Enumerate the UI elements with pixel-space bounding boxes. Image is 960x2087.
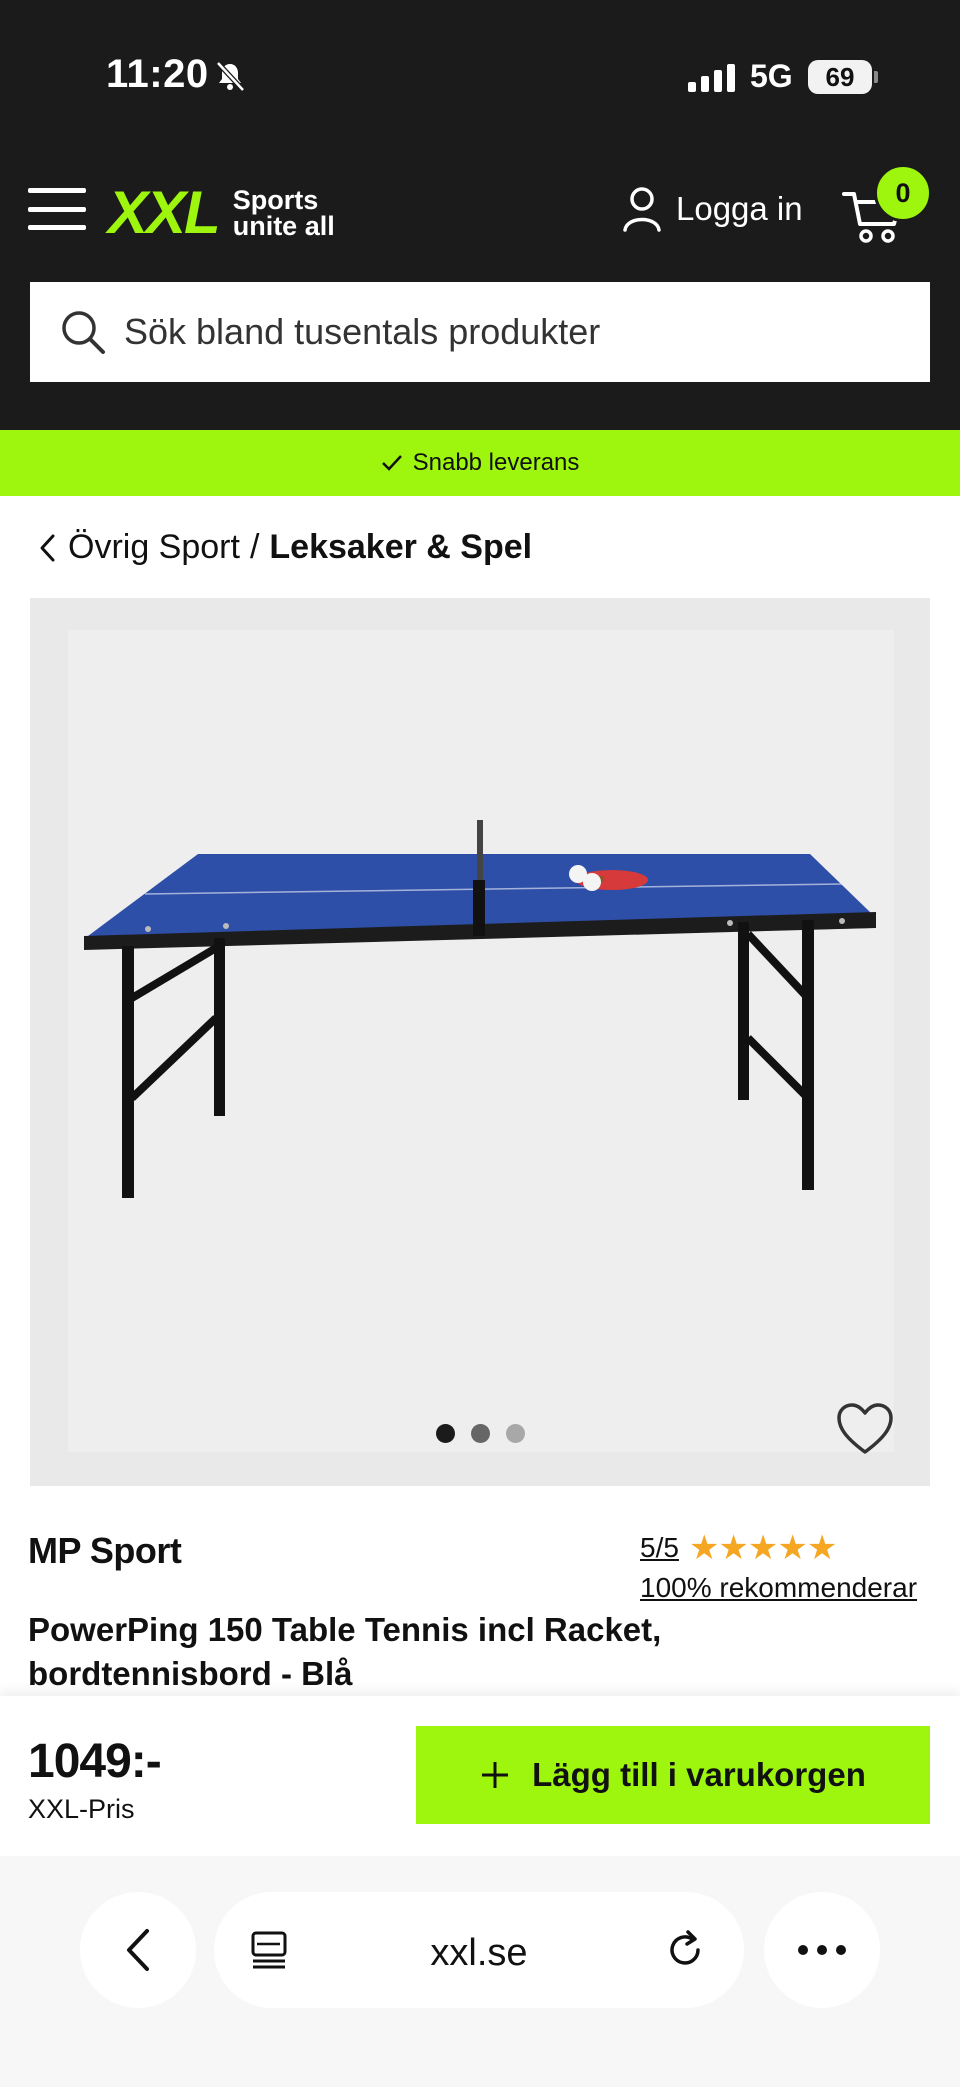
browser-back-button[interactable] xyxy=(80,1892,196,2008)
search-placeholder: Sök bland tusentals produkter xyxy=(124,311,601,352)
reload-icon[interactable] xyxy=(664,1928,706,1972)
tagline-line2: unite all xyxy=(232,210,335,241)
product-brand[interactable]: MP Sport xyxy=(28,1530,182,1572)
search-input[interactable]: Sök bland tusentals produkter xyxy=(30,282,930,382)
delivery-banner: Snabb leverans xyxy=(0,430,960,496)
chevron-left-icon[interactable] xyxy=(38,533,56,563)
login-button[interactable]: Logga in xyxy=(622,186,803,232)
product-gallery[interactable] xyxy=(30,598,930,1486)
hamburger-menu-icon[interactable] xyxy=(28,188,86,230)
network-type: 5G xyxy=(750,58,793,94)
browser-more-button[interactable] xyxy=(764,1892,880,2008)
signal-icon xyxy=(688,62,735,92)
cart-count-badge[interactable]: 0 xyxy=(874,164,932,222)
login-label: Logga in xyxy=(676,190,803,227)
status-time: 11:20 xyxy=(106,52,209,96)
gallery-dot-3[interactable] xyxy=(506,1424,525,1443)
breadcrumb-current[interactable]: Leksaker & Spel xyxy=(269,528,532,567)
chevron-left-icon xyxy=(127,1929,149,1971)
logo-tagline: Sports unite all xyxy=(232,184,335,241)
more-icon xyxy=(798,1945,846,1955)
bell-muted-icon xyxy=(216,61,245,92)
plus-icon xyxy=(482,1762,509,1788)
check-icon xyxy=(381,455,402,471)
search-icon xyxy=(62,311,105,354)
battery-cap xyxy=(874,71,878,83)
product-rating[interactable]: 5/5 ★★★★★ xyxy=(640,1528,837,1568)
xxl-logo[interactable]: XXL Sports unite all xyxy=(108,178,335,247)
tagline-line1: Sports xyxy=(232,184,319,215)
product-image xyxy=(84,820,876,1198)
product-price: 1049:- xyxy=(28,1735,162,1788)
rating-score[interactable]: 5/5 xyxy=(640,1532,679,1564)
product-title: PowerPing 150 Table Tennis incl Racket, … xyxy=(28,1611,662,1692)
header-area: 11:20 5G 69 XXL Sports unite all Logga i… xyxy=(0,0,960,430)
battery-level: 69 xyxy=(825,61,855,92)
heart-icon[interactable] xyxy=(836,1402,894,1456)
breadcrumb: Övrig Sport / Leksaker & Spel xyxy=(38,528,532,567)
logo-wordmark: XXL xyxy=(108,179,221,246)
rating-stars: ★★★★★ xyxy=(688,1529,837,1567)
breadcrumb-separator: / xyxy=(249,528,260,566)
add-to-cart-label: Lägg till i varukorgen xyxy=(532,1756,866,1793)
breadcrumb-parent[interactable]: Övrig Sport xyxy=(68,528,240,567)
battery-icon: 69 xyxy=(808,60,872,94)
price-label: XXL-Pris xyxy=(28,1794,135,1824)
add-to-cart-button[interactable]: Lägg till i varukorgen xyxy=(416,1726,930,1824)
browser-address-bar[interactable]: xxl.se xyxy=(214,1892,744,2008)
gallery-pagination[interactable] xyxy=(436,1424,525,1443)
recommend-link[interactable]: 100% rekommenderar xyxy=(640,1572,917,1604)
delivery-text: Snabb leverans xyxy=(412,449,580,476)
gallery-dot-2[interactable] xyxy=(471,1424,490,1443)
gallery-dot-1[interactable] xyxy=(436,1424,455,1443)
user-icon xyxy=(623,187,661,232)
